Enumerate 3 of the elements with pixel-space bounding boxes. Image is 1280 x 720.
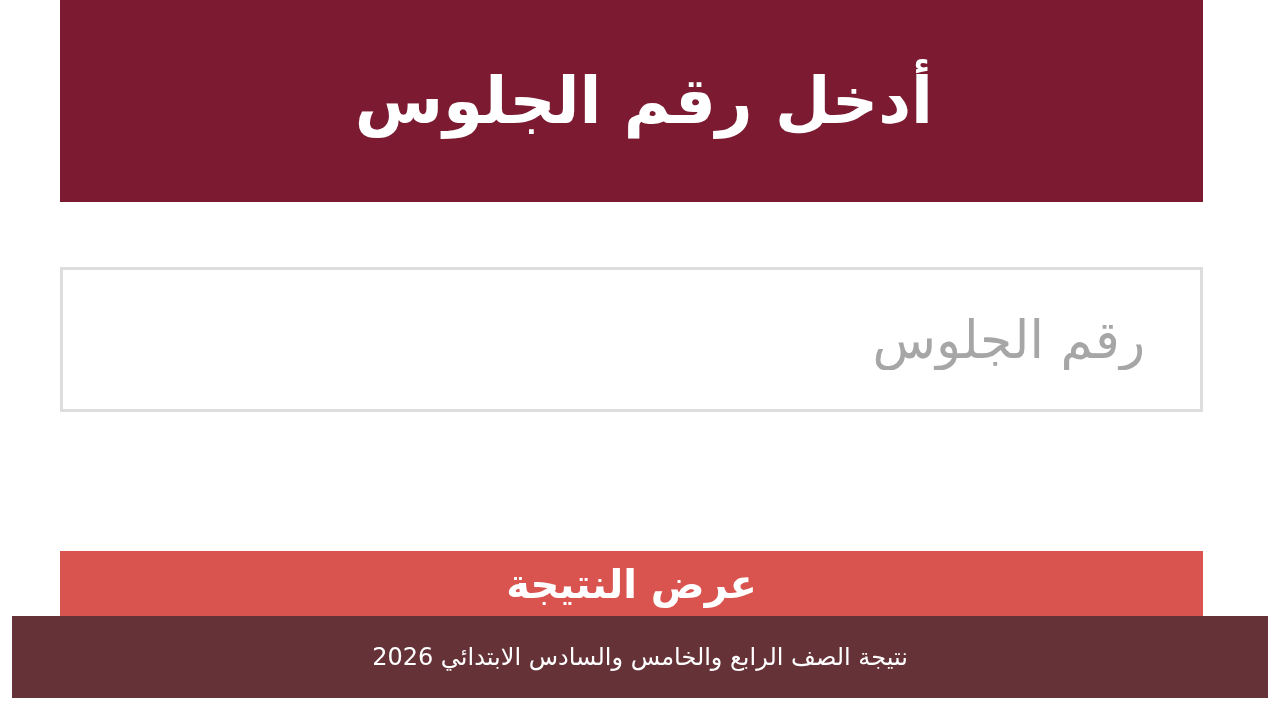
caption-text: نتيجة الصف الرابع والخامس والسادس الابتدائي 2026 bbox=[372, 642, 908, 673]
header-title: أدخل رقم الجلوس bbox=[354, 53, 933, 149]
show-result-button[interactable]: عرض النتيجة bbox=[60, 551, 1203, 616]
